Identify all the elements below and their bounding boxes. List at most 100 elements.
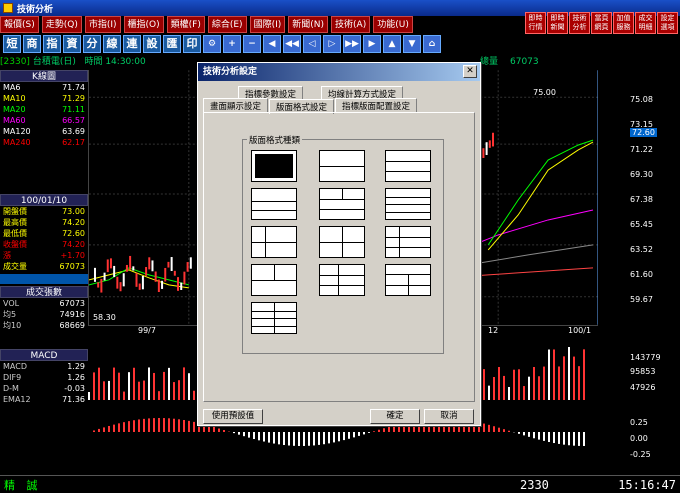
menu-item-9[interactable]: 功能(U) bbox=[373, 16, 413, 33]
menu-item-4[interactable]: 類權(F) bbox=[166, 16, 205, 33]
layout-option-9[interactable] bbox=[251, 264, 297, 296]
macd-bar bbox=[303, 432, 305, 446]
layout-option-0[interactable] bbox=[251, 150, 297, 182]
volume-bar bbox=[583, 349, 585, 400]
right-axis: 75.08 73.15 72.60 71.22 69.30 67.38 65.45 63.52… bbox=[600, 70, 680, 470]
candle bbox=[125, 264, 128, 272]
quick-button-0[interactable]: 即時行情 bbox=[525, 12, 546, 34]
volume-bar bbox=[558, 366, 560, 400]
toolbar-nav-icon-6[interactable]: ▷ bbox=[323, 35, 341, 53]
menu-item-5[interactable]: 綜合(E) bbox=[207, 16, 247, 33]
app-icon bbox=[3, 3, 13, 13]
candle bbox=[180, 282, 183, 290]
toolbar-nav-icon-2[interactable]: − bbox=[243, 35, 261, 53]
volume-bar bbox=[193, 390, 195, 400]
macd-value: 1.29 bbox=[67, 362, 85, 371]
toolbar-button-7[interactable]: 設 bbox=[143, 35, 161, 53]
macd-bar bbox=[293, 432, 295, 446]
toolbar-nav-icon-10[interactable]: ▼ bbox=[403, 35, 421, 53]
layout-option-4[interactable] bbox=[319, 188, 365, 220]
toolbar-nav-icon-9[interactable]: ▲ bbox=[383, 35, 401, 53]
ma-row: MA60 66.57 bbox=[0, 115, 88, 126]
broker-label: 精 誠 bbox=[4, 478, 42, 492]
menu-item-8[interactable]: 技術(A) bbox=[331, 16, 371, 33]
layout-option-11[interactable] bbox=[385, 264, 431, 296]
toolbar-button-5[interactable]: 線 bbox=[103, 35, 121, 53]
cancel-button[interactable]: 取消 bbox=[424, 409, 474, 424]
macd-bar bbox=[133, 420, 135, 432]
price-list: 開盤價 73.00 最高價 74.20 最低價 72.60 收盤價 74.20 漲 +1.70 成交… bbox=[0, 206, 88, 272]
layout-option-2[interactable] bbox=[385, 150, 431, 182]
volume-bar bbox=[543, 366, 545, 400]
price-tick: 71.22 bbox=[630, 145, 653, 154]
toolbar-button-9[interactable]: 印 bbox=[183, 35, 201, 53]
volume-bar bbox=[93, 372, 95, 400]
macd-bar bbox=[528, 432, 530, 437]
candle bbox=[141, 275, 144, 290]
toolbar-button-4[interactable]: 分 bbox=[83, 35, 101, 53]
macd-value: -0.03 bbox=[64, 384, 85, 393]
menu-item-2[interactable]: 市指(I) bbox=[84, 16, 121, 33]
toolbar-nav-icon-4[interactable]: ◀◀ bbox=[283, 35, 301, 53]
volume-bar bbox=[113, 367, 115, 400]
volume-bar bbox=[503, 375, 505, 400]
macd-bar bbox=[188, 420, 190, 432]
quick-button-1[interactable]: 即時新聞 bbox=[547, 12, 568, 34]
toolbar-button-6[interactable]: 連 bbox=[123, 35, 141, 53]
quick-button-5[interactable]: 成交明細 bbox=[635, 12, 656, 34]
candle bbox=[93, 267, 96, 282]
macd-bar bbox=[253, 432, 255, 440]
macd-bar bbox=[113, 424, 115, 432]
quick-button-2[interactable]: 技術分析 bbox=[569, 12, 590, 34]
layout-option-7[interactable] bbox=[319, 226, 365, 258]
layout-option-3[interactable] bbox=[251, 188, 297, 220]
ok-button[interactable]: 確定 bbox=[370, 409, 420, 424]
macd-bar bbox=[578, 432, 580, 446]
menu-item-3[interactable]: 櫃指(O) bbox=[123, 16, 164, 33]
macd-bar bbox=[353, 432, 355, 438]
toolbar-nav-icon-0[interactable]: ⚙ bbox=[203, 35, 221, 53]
volume-tick: 47926 bbox=[630, 383, 656, 392]
volume-bar bbox=[173, 382, 175, 400]
layout-option-12[interactable] bbox=[251, 302, 297, 334]
default-button[interactable]: 使用預設值 bbox=[203, 409, 263, 424]
toolbar-nav-icon-3[interactable]: ◀ bbox=[263, 35, 281, 53]
stock-code: [2330] bbox=[0, 57, 30, 67]
toolbar-nav-icon-11[interactable]: ⌂ bbox=[423, 35, 441, 53]
volume-bar bbox=[553, 349, 555, 400]
volume-bar bbox=[533, 367, 535, 400]
menu-item-0[interactable]: 報價(S) bbox=[0, 16, 39, 33]
menu-item-7[interactable]: 新聞(N) bbox=[288, 16, 329, 33]
close-icon[interactable]: ✕ bbox=[463, 65, 477, 78]
menu-item-1[interactable]: 走勢(Q) bbox=[41, 16, 82, 33]
toolbar-nav-icon-8[interactable]: ▶ bbox=[363, 35, 381, 53]
menu-item-6[interactable]: 國際(I) bbox=[249, 16, 286, 33]
toolbar-button-1[interactable]: 商 bbox=[23, 35, 41, 53]
toolbar-button-3[interactable]: 資 bbox=[63, 35, 81, 53]
toolbar-button-8[interactable]: 匯 bbox=[163, 35, 181, 53]
volume-row: 均10 68669 bbox=[0, 320, 88, 331]
quick-button-4[interactable]: 加值服務 bbox=[613, 12, 634, 34]
toolbar-nav-icon-7[interactable]: ▶▶ bbox=[343, 35, 361, 53]
quick-button-6[interactable]: 設定選項 bbox=[657, 12, 678, 34]
layout-option-1[interactable] bbox=[319, 150, 365, 182]
layout-option-8[interactable] bbox=[385, 226, 431, 258]
quick-button-3[interactable]: 當頁網頁 bbox=[591, 12, 612, 34]
macd-bar bbox=[168, 418, 170, 432]
tab-bottom-0[interactable]: 畫面顯示設定 bbox=[203, 98, 269, 113]
toolbar-button-2[interactable]: 指 bbox=[43, 35, 61, 53]
tab-row-bottom: 畫面顯示設定 版面格式設定 指標版面配置設定 bbox=[203, 98, 418, 114]
stock-name: 台積電(日) bbox=[32, 57, 76, 67]
macd-bar bbox=[98, 428, 100, 432]
toolbar-button-0[interactable]: 短 bbox=[3, 35, 21, 53]
layout-option-6[interactable] bbox=[251, 226, 297, 258]
toolbar-nav-icon-5[interactable]: ◁ bbox=[303, 35, 321, 53]
price-tick: 72.60 bbox=[630, 128, 657, 137]
volume-bar bbox=[523, 386, 525, 400]
toolbar-nav-icon-1[interactable]: + bbox=[223, 35, 241, 53]
layout-option-5[interactable] bbox=[385, 188, 431, 220]
tab-bottom-2[interactable]: 指標版面配置設定 bbox=[335, 98, 418, 113]
layout-option-10[interactable] bbox=[319, 264, 365, 296]
low-label: 58.30 bbox=[93, 313, 116, 322]
macd-bar bbox=[243, 432, 245, 437]
